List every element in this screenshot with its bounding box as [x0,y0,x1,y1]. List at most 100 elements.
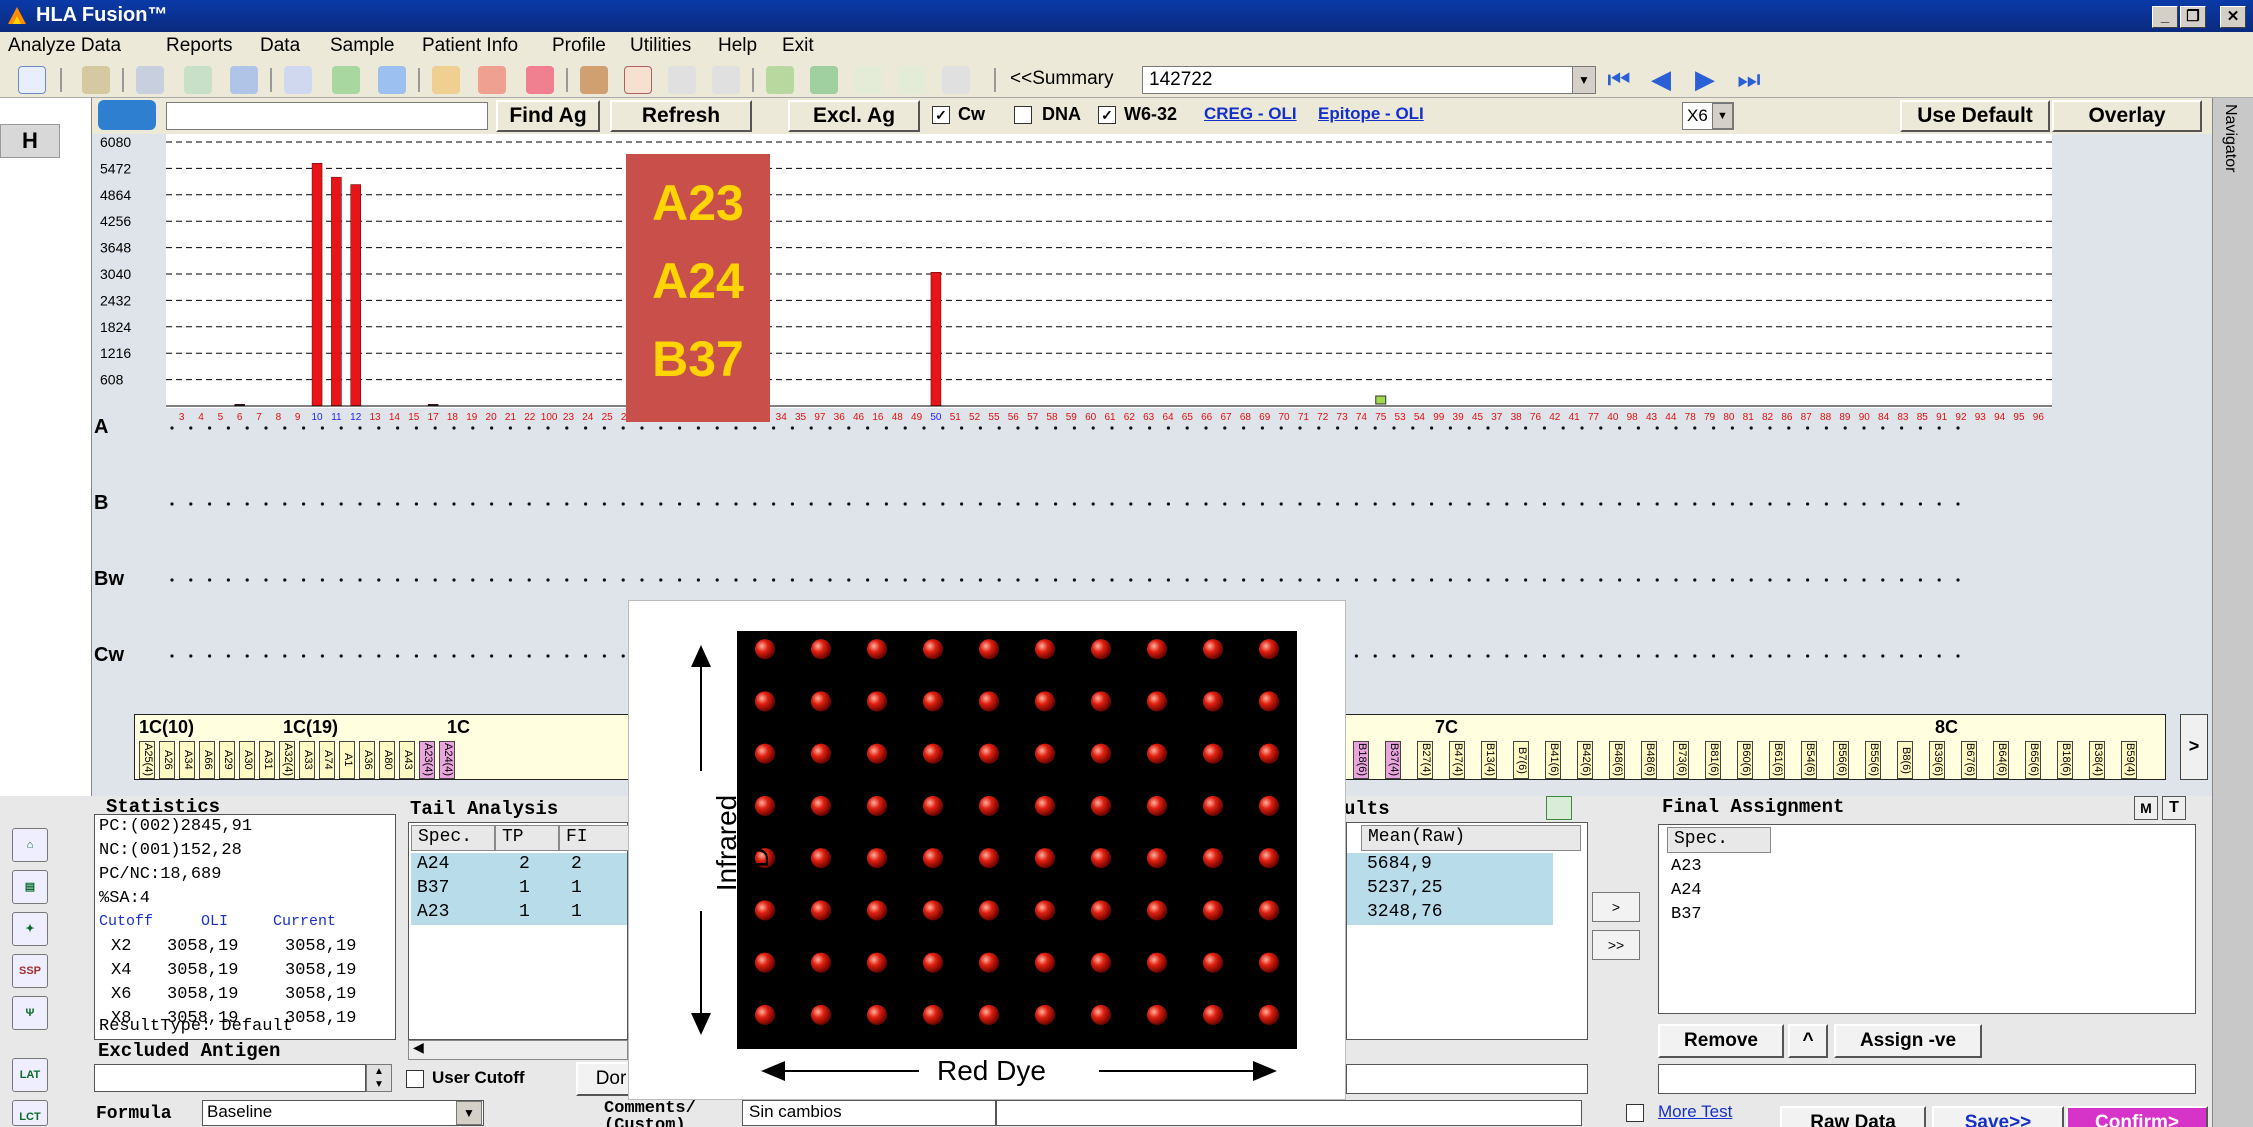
antigen-cell[interactable]: B13(4) [1481,741,1497,779]
table-row[interactable]: A24 2 2 [411,853,627,877]
more-test-checkbox[interactable] [1626,1104,1644,1122]
list-item[interactable]: B37 [1671,905,1702,924]
assign-all-button[interactable]: >> [1592,930,1640,960]
formula-select[interactable]: Baseline [202,1100,484,1126]
excel-export-icon[interactable] [1546,796,1572,820]
antigen-cell[interactable]: B18(6) [1353,741,1369,779]
w6-32-checkbox[interactable]: ✓ [1098,106,1116,124]
antigen-cell[interactable]: B27(4) [1417,741,1433,779]
pipette-icon[interactable] [942,66,970,94]
antigen-cell[interactable]: A34 [179,741,195,779]
t-button[interactable]: T [2162,796,2186,820]
tools-icon[interactable] [478,66,506,94]
export-icon[interactable] [526,66,554,94]
antigen-cell[interactable]: B41(6) [1545,741,1561,779]
menu-analyze-data[interactable]: Analyze Data [8,35,121,57]
antigen-cell[interactable]: A25(4) [139,741,155,779]
results-comment-input[interactable] [1346,1064,1588,1094]
table-row[interactable]: 5237,25 [1347,877,1553,901]
antigen-cell[interactable]: B54(6) [1801,741,1817,779]
antigen-cell[interactable]: A36 [359,741,375,779]
search-icon[interactable] [284,66,312,94]
sbo-icon[interactable] [712,66,740,94]
antigen-cell[interactable]: B56(6) [1833,741,1849,779]
last-record-icon[interactable]: ⏭ [1734,66,1764,94]
antigen-cell[interactable]: A43 [399,741,415,779]
antigen-cell[interactable]: B65(6) [2025,741,2041,779]
antigen-cell[interactable]: A80 [379,741,395,779]
antigen-cell[interactable]: B8(6) [1897,741,1913,779]
comments-input[interactable]: Sin cambios [742,1100,996,1126]
epitope-oli-link[interactable]: Epitope - OLI [1318,104,1424,124]
antigen-cell[interactable]: B64(6) [1993,741,2009,779]
antigen-cell[interactable]: B48(6) [1641,741,1657,779]
antigen-cell[interactable]: A66 [199,741,215,779]
ssp-icon[interactable] [624,66,652,94]
antigen-cell[interactable]: B7(6) [1513,741,1529,779]
antigen-cell[interactable]: B73(6) [1673,741,1689,779]
antigen-cell[interactable]: A33 [299,741,315,779]
final-comment-input[interactable] [1658,1064,2196,1094]
antigen-cell[interactable]: A31 [259,741,275,779]
tail-scrollbar[interactable]: ◀ [408,1039,628,1060]
table-row[interactable]: 3248,76 [1347,901,1553,925]
antigen-cell[interactable]: A29 [219,741,235,779]
more-test-link[interactable]: More Test [1658,1102,1732,1122]
antigen-cell[interactable]: B55(6) [1865,741,1881,779]
chevron-down-icon[interactable]: ▼ [1712,103,1733,129]
user-cutoff-checkbox[interactable] [406,1070,424,1088]
home-icon[interactable] [18,66,46,94]
menu-reports[interactable]: Reports [166,35,233,57]
antigen-cell[interactable]: B39(6) [1929,741,1945,779]
cw-checkbox[interactable]: ✓ [932,106,950,124]
table-row[interactable]: 5684,9 [1347,853,1553,877]
lct-icon[interactable]: LCT [12,1100,48,1126]
antigen-cell[interactable]: B60(6) [1737,741,1753,779]
antigen-cell[interactable]: A74 [319,741,335,779]
antigen-cell[interactable]: B18(6) [2057,741,2073,779]
list-item[interactable]: A24 [1671,881,1702,900]
lat-icon[interactable] [854,66,882,94]
assign-negative-button[interactable]: Assign -ve [1834,1024,1982,1058]
comments-extended-input[interactable] [996,1100,1582,1126]
menu-patient-info[interactable]: Patient Info [422,35,518,57]
save-icon[interactable] [230,66,258,94]
antigen-cell[interactable]: A30 [239,741,255,779]
minimize-button[interactable]: _ [2152,6,2178,28]
antigen-cell[interactable]: B47(4) [1449,741,1465,779]
patient-id-select[interactable]: 142722 [1142,66,1588,94]
dna-checkbox[interactable] [1014,106,1032,124]
confirm-button[interactable]: Confirm> [2066,1106,2208,1127]
excl-ag-button[interactable]: Excl. Ag [788,100,920,132]
chevron-down-icon[interactable]: ▼ [456,1101,482,1125]
overlay-button[interactable]: Overlay [2052,100,2202,132]
ssp-icon[interactable]: SSP [12,954,48,988]
menu-utilities[interactable]: Utilities [630,35,691,57]
first-record-icon[interactable]: ⏮ [1604,66,1634,94]
image-icon[interactable] [668,66,696,94]
grid-icon[interactable] [332,66,360,94]
antigen-cell[interactable]: B59(4) [2121,741,2137,779]
menu-sample[interactable]: Sample [330,35,394,57]
menu-help[interactable]: Help [718,35,757,57]
remove-button[interactable]: Remove [1658,1024,1784,1058]
prev-record-icon[interactable]: ◀ [1646,66,1676,94]
chevron-down-icon[interactable]: ▼ [1572,66,1596,94]
antigen-cell[interactable]: A1 [339,741,355,779]
move-up-button[interactable]: ^ [1788,1024,1828,1058]
person-icon[interactable] [810,66,838,94]
antigen-cell[interactable]: A26 [159,741,175,779]
lct-icon[interactable] [898,66,926,94]
chart-icon[interactable] [378,66,406,94]
gel-icon[interactable] [580,66,608,94]
raw-data-button[interactable]: Raw Data [1780,1106,1926,1127]
excluded-antigen-input[interactable] [94,1064,366,1092]
preview-icon[interactable] [184,66,212,94]
table-row[interactable]: A23 1 1 [411,901,627,925]
home-icon[interactable]: ⌂ [12,828,48,862]
user-icon[interactable] [432,66,460,94]
gel-icon[interactable]: ✦ [12,912,48,946]
building-icon[interactable] [82,66,110,94]
antigen-cell[interactable]: B37(4) [1385,741,1401,779]
next-record-icon[interactable]: ▶ [1690,66,1720,94]
